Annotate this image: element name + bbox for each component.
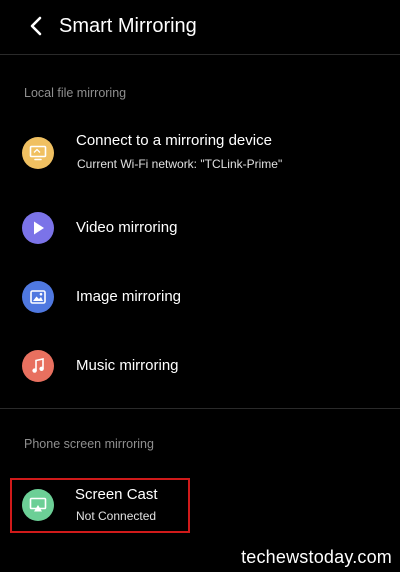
item-title: Connect to a mirroring device	[76, 132, 272, 149]
music-note-icon	[22, 350, 54, 382]
divider	[0, 408, 400, 409]
section-label-local: Local file mirroring	[24, 86, 127, 100]
monitor-icon	[22, 137, 54, 169]
list-item-image-mirroring[interactable]: Image mirroring	[0, 273, 400, 321]
divider	[0, 54, 400, 55]
item-title: Image mirroring	[76, 288, 182, 305]
image-icon	[22, 281, 54, 313]
list-item-connect-device[interactable]: Connect to a mirroring device Current Wi…	[0, 118, 400, 188]
play-icon	[22, 212, 54, 244]
item-title: Music mirroring	[76, 357, 179, 374]
list-item-music-mirroring[interactable]: Music mirroring	[0, 342, 400, 390]
page-title: Smart Mirroring	[59, 15, 197, 37]
watermark: techewstoday.com	[241, 547, 392, 567]
item-title: Video mirroring	[76, 219, 178, 236]
app-header: Smart Mirroring	[0, 0, 400, 54]
back-arrow-icon	[30, 16, 42, 36]
section-label-phone: Phone screen mirroring	[24, 437, 154, 451]
highlight-box	[10, 478, 190, 533]
item-subtitle: Current Wi-Fi network: "TCLink-Prime"	[77, 157, 283, 171]
list-item-video-mirroring[interactable]: Video mirroring	[0, 204, 400, 252]
back-button[interactable]	[24, 14, 48, 38]
